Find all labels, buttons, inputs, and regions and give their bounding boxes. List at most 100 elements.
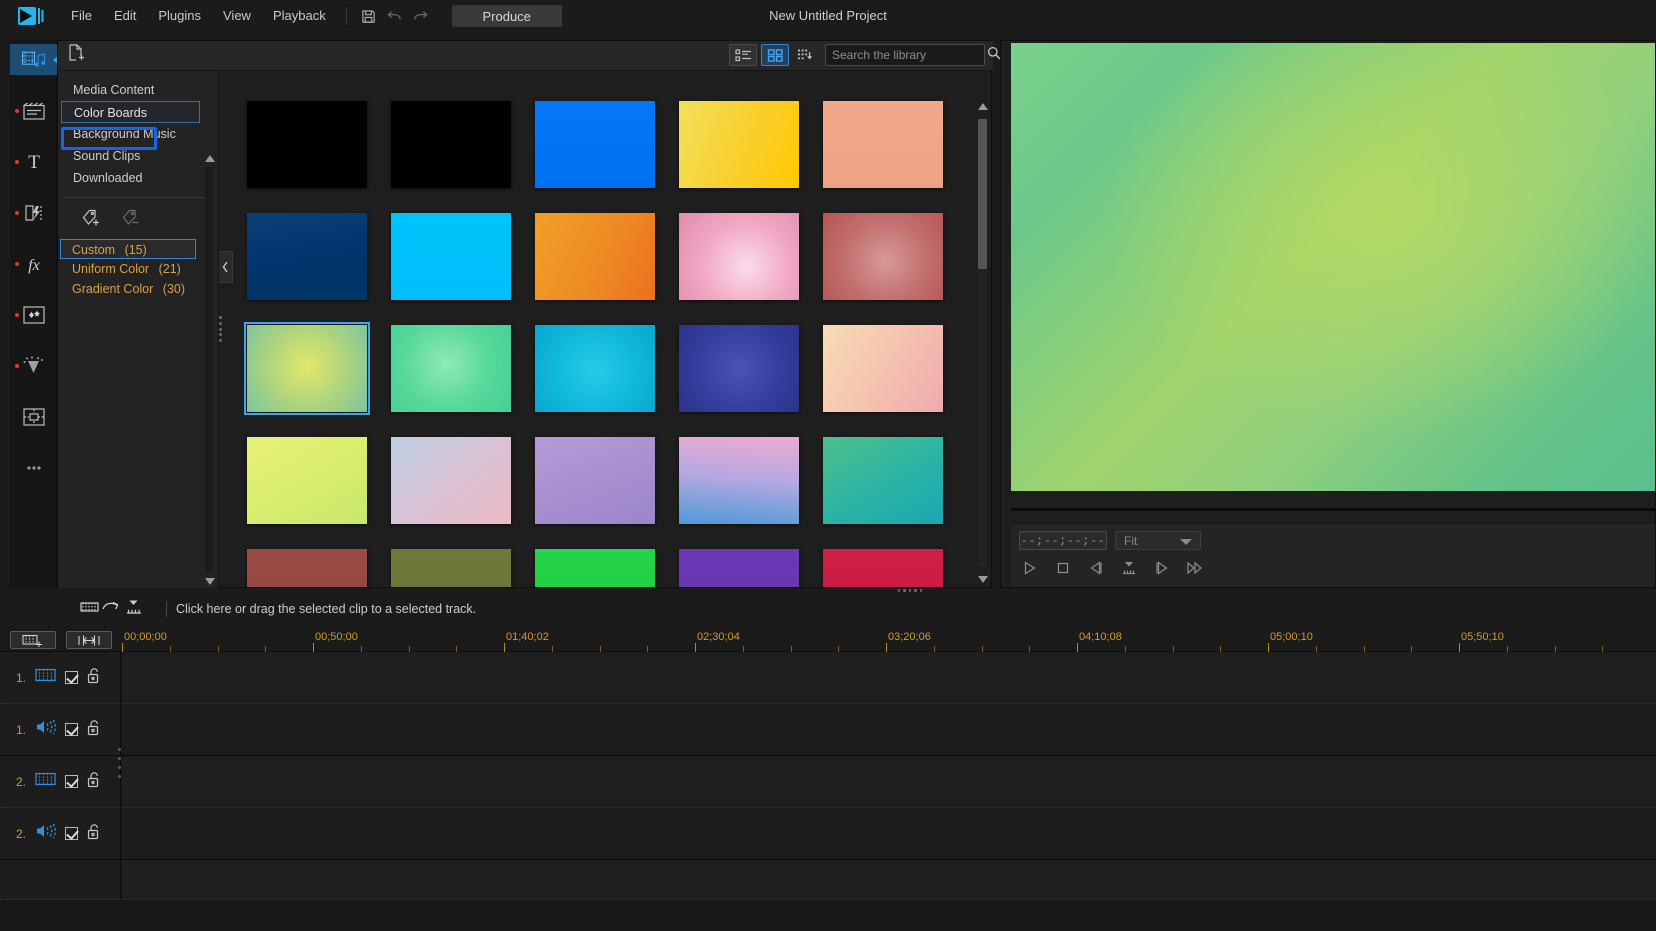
new-file-icon[interactable] — [68, 44, 85, 67]
color-board-swatch[interactable] — [391, 101, 511, 188]
color-board-swatch[interactable] — [535, 101, 655, 188]
padlock-open-icon[interactable] — [87, 667, 102, 689]
track-header-video-2[interactable]: 2. — [0, 756, 121, 807]
rail-item-transitions[interactable] — [10, 197, 57, 228]
category-media-content[interactable]: Media Content — [58, 79, 218, 101]
color-board-swatch[interactable] — [535, 437, 655, 524]
color-board-swatch[interactable] — [679, 437, 799, 524]
table-row[interactable]: 1. — [0, 652, 1656, 704]
track-panel-resize-handle[interactable] — [118, 748, 122, 778]
color-board-swatch[interactable] — [391, 213, 511, 300]
chevron-left-icon[interactable] — [219, 251, 233, 283]
panel-resize-handle[interactable] — [217, 316, 223, 342]
track-lane-audio-1[interactable] — [122, 704, 1656, 755]
tag-uniform-color[interactable]: Uniform Color (21) — [58, 259, 218, 279]
color-board-swatch[interactable] — [244, 322, 370, 415]
play-button[interactable] — [1019, 557, 1041, 579]
color-board-swatch[interactable] — [247, 101, 367, 188]
scrollbar-thumb[interactable] — [978, 119, 987, 269]
tag-gradient-color[interactable]: Gradient Color (30) — [58, 279, 218, 299]
timecode-display[interactable]: --;--;--;-- — [1019, 531, 1107, 550]
color-board-swatch[interactable] — [679, 325, 799, 412]
checkbox-checked-icon[interactable] — [65, 827, 78, 840]
checkbox-checked-icon[interactable] — [65, 775, 78, 788]
color-board-swatch[interactable] — [247, 213, 367, 300]
table-row[interactable]: 2. — [0, 808, 1656, 860]
triangle-up-icon[interactable] — [205, 155, 215, 162]
category-color-boards[interactable]: Color Boards — [61, 101, 200, 123]
preview-scrubber[interactable] — [1011, 504, 1655, 514]
menu-plugins[interactable]: Plugins — [147, 0, 212, 32]
undo-icon[interactable] — [382, 3, 408, 29]
color-board-swatch[interactable] — [391, 549, 511, 587]
add-tag-icon[interactable] — [80, 208, 102, 233]
zoom-level-select[interactable]: Fit — [1115, 531, 1201, 550]
timeline-splitter[interactable] — [898, 588, 923, 593]
previous-frame-button[interactable] — [1085, 557, 1107, 579]
search-icon[interactable] — [987, 46, 1001, 65]
menu-playback[interactable]: Playback — [262, 0, 337, 32]
color-board-swatch[interactable] — [535, 213, 655, 300]
track-header-audio-1[interactable]: 1. — [0, 704, 121, 755]
color-board-swatch[interactable] — [679, 101, 799, 188]
color-board-swatch[interactable] — [823, 437, 943, 524]
track-lane-video-1[interactable] — [122, 652, 1656, 703]
menu-view[interactable]: View — [212, 0, 262, 32]
snap-button[interactable] — [66, 631, 112, 649]
track-header-video-1[interactable]: 1. — [0, 652, 121, 703]
rail-item-text[interactable]: T — [10, 146, 57, 177]
color-board-swatch[interactable] — [391, 437, 511, 524]
padlock-open-icon[interactable] — [87, 823, 102, 845]
sort-descending-icon[interactable] — [793, 44, 817, 66]
list-view-icon[interactable] — [729, 44, 757, 66]
color-board-swatch[interactable] — [679, 549, 799, 587]
color-board-swatch[interactable] — [679, 213, 799, 300]
menu-edit[interactable]: Edit — [103, 0, 147, 32]
rail-item-particles[interactable] — [10, 350, 57, 381]
color-board-swatch[interactable] — [247, 437, 367, 524]
color-board-swatch[interactable] — [391, 325, 511, 412]
next-frame-button[interactable] — [1151, 557, 1173, 579]
color-board-swatch[interactable] — [535, 549, 655, 587]
color-board-swatch[interactable] — [535, 325, 655, 412]
category-background-music[interactable]: Background Music — [58, 123, 218, 145]
timeline-target-icon[interactable] — [124, 599, 144, 620]
rail-item-effects[interactable]: fx — [10, 248, 57, 279]
track-lane-video-2[interactable] — [122, 756, 1656, 807]
color-board-swatch[interactable] — [823, 101, 943, 188]
rail-item-more[interactable] — [10, 452, 57, 483]
mark-clip-button[interactable] — [1118, 557, 1140, 579]
category-sound-clips[interactable]: Sound Clips — [58, 145, 218, 167]
remove-tag-icon[interactable] — [120, 208, 142, 233]
table-row[interactable]: 2. — [0, 756, 1656, 808]
triangle-up-icon[interactable] — [977, 103, 988, 110]
rail-item-titles[interactable] — [10, 95, 57, 126]
color-board-swatch[interactable] — [247, 549, 367, 587]
insert-clip-icon[interactable] — [80, 599, 100, 620]
table-row[interactable] — [0, 860, 1656, 900]
sidenav-scrollbar[interactable] — [204, 155, 216, 585]
tag-custom[interactable]: Custom (15) — [60, 239, 196, 259]
rail-item-media-library[interactable] — [10, 44, 59, 75]
padlock-open-icon[interactable] — [87, 771, 102, 793]
checkbox-checked-icon[interactable] — [65, 671, 78, 684]
color-board-swatch[interactable] — [823, 213, 943, 300]
triangle-down-icon[interactable] — [205, 578, 215, 585]
save-icon[interactable] — [356, 3, 382, 29]
track-lane-audio-2[interactable] — [122, 808, 1656, 859]
table-row[interactable]: 1. — [0, 704, 1656, 756]
color-board-swatch[interactable] — [823, 325, 943, 412]
produce-button[interactable]: Produce — [451, 5, 562, 27]
menu-file[interactable]: File — [60, 0, 103, 32]
rail-item-overlays[interactable] — [10, 299, 57, 330]
grid-view-icon[interactable] — [761, 44, 789, 66]
track-header-extra[interactable] — [0, 860, 121, 899]
track-header-audio-2[interactable]: 2. — [0, 808, 121, 859]
rail-item-split-screen[interactable] — [10, 401, 57, 432]
fast-forward-button[interactable] — [1184, 557, 1206, 579]
stop-button[interactable] — [1052, 557, 1074, 579]
add-track-button[interactable] — [10, 631, 56, 649]
triangle-down-icon[interactable] — [977, 576, 988, 583]
redo-icon[interactable] — [408, 3, 434, 29]
color-board-swatch[interactable] — [823, 549, 943, 587]
